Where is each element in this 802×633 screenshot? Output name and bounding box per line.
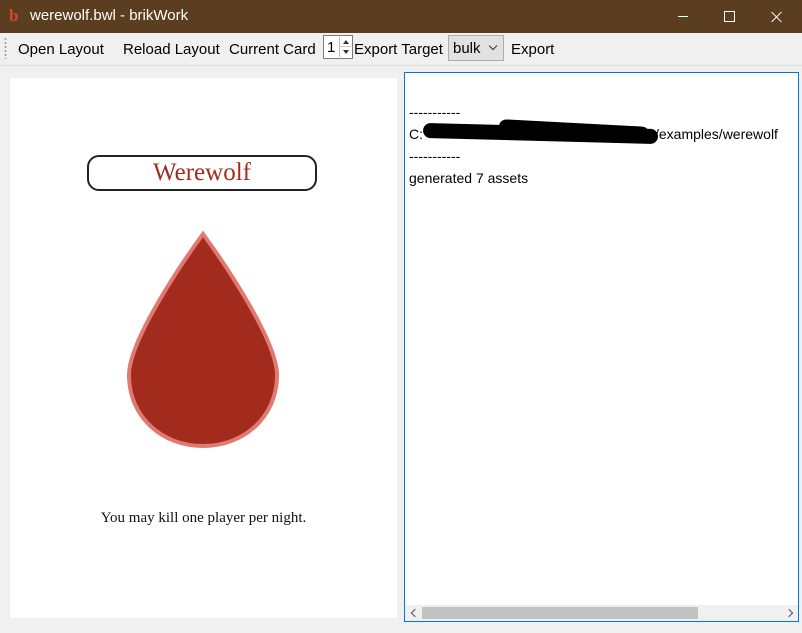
log-path-start: C: — [409, 126, 423, 142]
minimize-button[interactable] — [660, 0, 706, 33]
title-bar: b werewolf.bwl - brikWork — [0, 0, 802, 33]
current-card-label: Current Card — [229, 41, 316, 58]
chevron-left-icon — [410, 608, 419, 618]
blood-drop-icon — [126, 230, 280, 449]
card-description: You may kill one player per night. — [100, 510, 307, 526]
blood-drop-shape — [126, 230, 280, 449]
spin-up-button[interactable] — [340, 37, 351, 47]
log-separator-bottom: ----------- — [409, 148, 461, 164]
export-button[interactable]: Export — [511, 41, 554, 59]
arrow-down-icon — [342, 50, 349, 54]
spin-down-button[interactable] — [340, 47, 351, 57]
export-target-label: Export Target — [354, 41, 443, 58]
log-path-end: /examples/werewolf — [655, 126, 778, 142]
log-status: generated 7 assets — [409, 170, 529, 186]
horizontal-scrollbar[interactable] — [405, 605, 798, 621]
minimize-icon — [678, 16, 688, 17]
card-title: Werewolf — [153, 159, 251, 186]
card-title-box: Werewolf — [87, 155, 317, 191]
open-layout-button[interactable]: Open Layout — [18, 41, 104, 59]
export-target-value: bulk — [453, 40, 481, 57]
chevron-down-icon — [488, 41, 498, 51]
maximize-button[interactable] — [706, 0, 752, 33]
chevron-right-icon — [784, 608, 793, 618]
close-button[interactable] — [754, 0, 800, 33]
export-target-select[interactable]: bulk — [448, 35, 504, 61]
scroll-left-button[interactable] — [405, 605, 421, 621]
scrollbar-thumb[interactable] — [422, 607, 698, 619]
spin-arrows — [339, 37, 351, 57]
toolbar: Open Layout Reload Layout Current Card 1… — [0, 33, 802, 66]
maximize-icon — [723, 11, 735, 22]
scroll-right-button[interactable] — [782, 605, 798, 621]
current-card-spinbox[interactable]: 1 — [323, 35, 353, 59]
app-icon: b — [9, 6, 19, 25]
current-card-value[interactable]: 1 — [327, 39, 335, 57]
output-log[interactable]: ----------- C: /examples/werewolf ------… — [404, 72, 799, 622]
arrow-up-icon — [342, 39, 349, 44]
toolbar-grip[interactable] — [4, 37, 7, 59]
window-title: werewolf.bwl - brikWork — [30, 7, 189, 24]
card-preview: Werewolf You may kill one player per nig… — [10, 78, 397, 618]
reload-layout-button[interactable]: Reload Layout — [123, 41, 220, 59]
close-icon — [771, 11, 783, 23]
log-separator-top: ----------- — [409, 104, 461, 120]
